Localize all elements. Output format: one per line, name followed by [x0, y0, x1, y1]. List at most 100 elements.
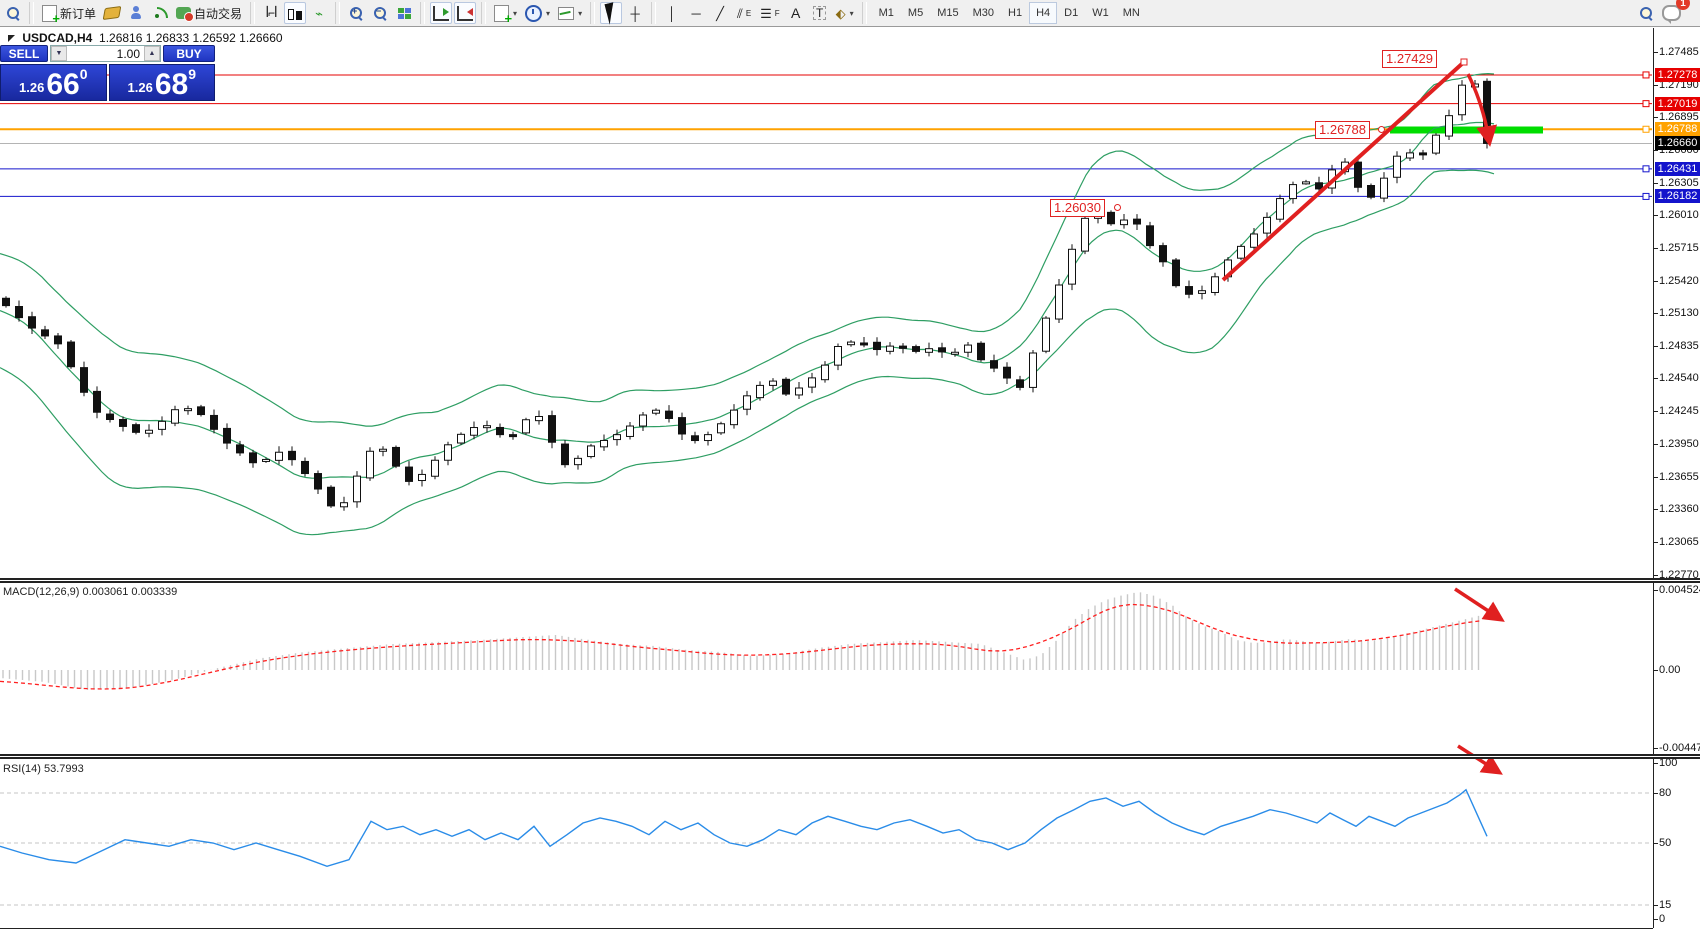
text-label-button[interactable]: T [809, 2, 831, 24]
price-badge-1.26431: 1.26431 [1655, 162, 1700, 176]
price-tick-mark [1653, 215, 1658, 216]
volume-value[interactable]: 1.00 [67, 46, 144, 61]
zoom-in-button[interactable]: + [345, 2, 367, 24]
candle-body [484, 426, 491, 428]
price-tick-mark [1653, 281, 1658, 282]
price-annotation-1.27429[interactable]: 1.27429 [1382, 50, 1437, 68]
price-annotation-1.26030[interactable]: 1.26030 [1050, 199, 1105, 217]
indicators-button[interactable]: ▾ [491, 2, 520, 24]
candle-body [965, 345, 972, 352]
bar-chart-button[interactable]: ꟾ⌐ꟾ [260, 2, 282, 24]
candle-body [1186, 287, 1193, 295]
periods-button[interactable]: ▾ [522, 2, 553, 24]
price-badge-1.26788: 1.26788 [1655, 122, 1700, 136]
volume-up-button[interactable]: ▲ [144, 46, 160, 61]
timeframe-w1[interactable]: W1 [1085, 2, 1116, 24]
candlestick-chart-button[interactable] [284, 2, 306, 24]
timeframe-m5[interactable]: M5 [901, 2, 930, 24]
sell-button[interactable]: SELL [0, 45, 48, 62]
chart-shift-button[interactable] [430, 2, 452, 24]
tile-windows-button[interactable] [393, 2, 415, 24]
price-tick-mark [1653, 85, 1658, 86]
signals-button[interactable] [149, 2, 171, 24]
candle-body [796, 388, 803, 395]
candle-body [419, 474, 426, 480]
timeframe-mn[interactable]: MN [1116, 2, 1147, 24]
vertical-line-button[interactable]: │ [661, 2, 683, 24]
buy-button[interactable]: BUY [163, 45, 215, 62]
crosshair-button[interactable]: ┼ [624, 2, 646, 24]
channel-button[interactable]: ⫽E [733, 2, 755, 24]
timeframe-h4[interactable]: H4 [1029, 2, 1057, 24]
dropdown-caret-icon: ▾ [546, 9, 550, 18]
candle-body [1043, 318, 1050, 351]
trend-line-end-marker [1461, 59, 1467, 65]
text-label-icon: T [813, 6, 826, 20]
candle-body [458, 434, 465, 443]
community-button[interactable] [125, 2, 147, 24]
crosshair-icon: ┼ [630, 7, 639, 20]
chart-window[interactable]: USDCAD,H4 1.26816 1.26833 1.26592 1.2666… [0, 28, 1700, 949]
cursor-button[interactable] [600, 2, 622, 24]
timeframe-d1[interactable]: D1 [1057, 2, 1085, 24]
timeframe-m1[interactable]: M1 [872, 2, 901, 24]
line-chart-button[interactable]: ⌁ [308, 2, 330, 24]
trendline-icon: ╱ [716, 7, 724, 20]
price-tick-mark [1653, 444, 1658, 445]
price-badge-1.26660: 1.26660 [1655, 136, 1700, 150]
rsi-tick-mark [1653, 843, 1658, 844]
macd-panel-separator[interactable] [0, 578, 1700, 583]
hline-anchor-marker [1643, 101, 1649, 107]
timeframe-m30[interactable]: M30 [966, 2, 1001, 24]
text-button[interactable]: A [785, 2, 807, 24]
chat-button[interactable]: 1 [1659, 2, 1684, 24]
funds-button[interactable] [101, 2, 123, 24]
arrows-icon: ⬖ [836, 7, 846, 20]
zoom-out-button[interactable]: − [369, 2, 391, 24]
candle-body [107, 414, 114, 419]
price-annotation-1.26788[interactable]: 1.26788 [1315, 121, 1370, 139]
green-zone-bar [1390, 127, 1543, 134]
candle-body [1017, 380, 1024, 388]
volume-down-button[interactable]: ▼ [51, 46, 67, 61]
candle-body [1082, 218, 1089, 251]
search-button[interactable] [1635, 2, 1657, 24]
arrows-button[interactable]: ⬖▾ [833, 2, 857, 24]
templates-button[interactable]: ▾ [555, 2, 585, 24]
chart-canvas[interactable] [0, 28, 1700, 949]
new-order-button[interactable]: 新订单 [39, 2, 99, 24]
timeframe-h1[interactable]: H1 [1001, 2, 1029, 24]
toolbar-separator [481, 2, 486, 24]
price-tick-mark [1653, 313, 1658, 314]
timeframe-m15[interactable]: M15 [930, 2, 965, 24]
candle-body [510, 435, 517, 437]
candle-body [848, 342, 855, 345]
candle-body [744, 396, 751, 409]
candle-body [705, 435, 712, 441]
trendline-button[interactable]: ╱ [709, 2, 731, 24]
rsi-line [0, 790, 1487, 867]
candle-body [835, 346, 842, 365]
candle-body [588, 446, 595, 457]
auto-scroll-button[interactable] [454, 2, 476, 24]
candle-body [1199, 291, 1206, 294]
horizontal-line-button[interactable]: ─ [685, 2, 707, 24]
candle-body [1420, 153, 1427, 155]
candle-body [1459, 85, 1466, 115]
hline-anchor-marker [1643, 193, 1649, 199]
candle-body [861, 343, 868, 345]
chart-shift-icon [433, 6, 449, 21]
volume-stepper[interactable]: ▼ 1.00 ▲ [50, 45, 161, 62]
rsi-panel-separator[interactable] [0, 754, 1700, 759]
price-tick-mark [1653, 346, 1658, 347]
price-tick-mark [1653, 575, 1658, 576]
buy-price-button[interactable]: 1.26 68 9 [109, 64, 216, 101]
text-icon: A [791, 6, 800, 20]
candle-body [1407, 153, 1414, 158]
person-icon [129, 6, 143, 20]
macd-axis-label: 0.004524 [1659, 584, 1700, 596]
autotrading-button[interactable]: 自动交易 [173, 2, 245, 24]
fibonacci-button[interactable]: ☰F [757, 2, 783, 24]
sell-price-button[interactable]: 1.26 66 0 [0, 64, 107, 101]
toolbar-separator [29, 2, 34, 24]
